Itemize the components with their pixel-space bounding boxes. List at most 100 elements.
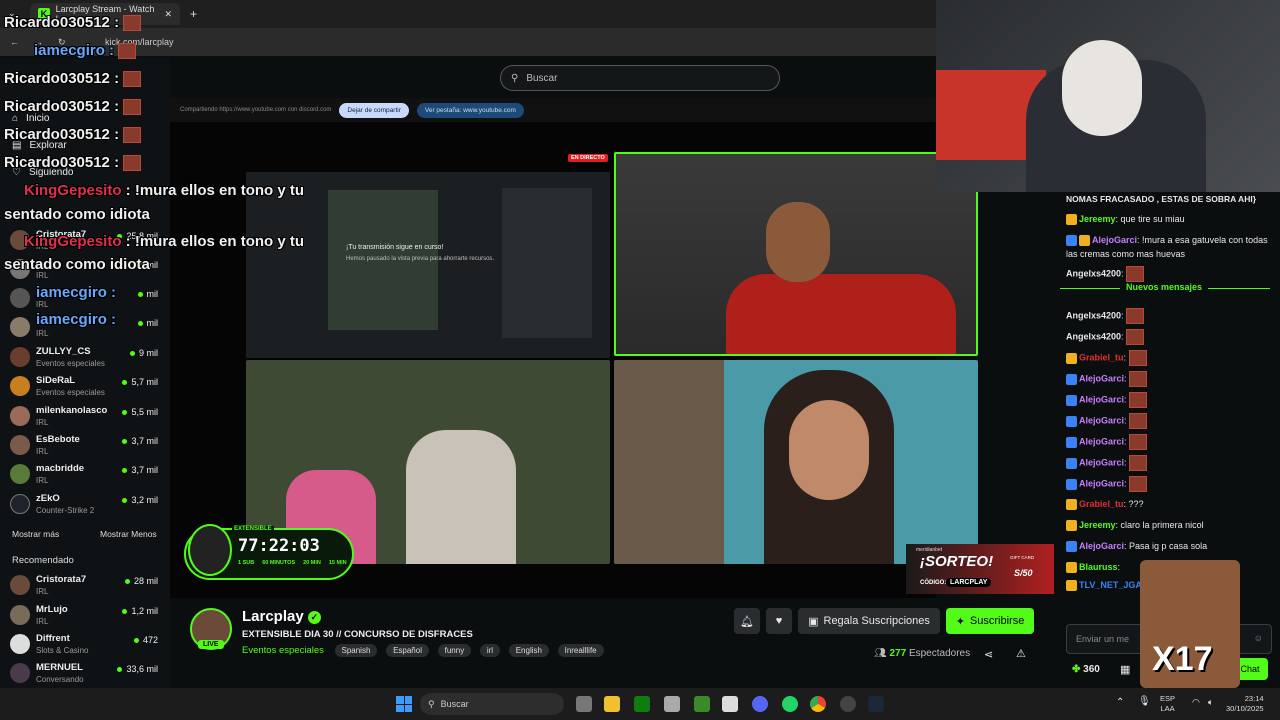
whatsapp-icon[interactable] [782,696,798,712]
microphone-icon[interactable]: 🎙︎ [1138,696,1151,707]
minecraft-icon[interactable] [694,696,710,712]
chrome-icon[interactable] [810,696,826,712]
search-icon: ⚲ [428,698,435,709]
language-indicator[interactable]: ESP LAA [1160,694,1175,714]
follow-button[interactable]: ♥ [766,608,792,634]
category-link[interactable]: Eventos especiales [242,645,324,656]
chevron-up-icon[interactable]: ⌃ [1116,697,1124,708]
obs-icon[interactable] [840,696,856,712]
channel-points[interactable]: ✤ 360 [1072,664,1100,675]
channel-category: IRL [36,617,49,626]
viewer-count: 5,7 mil [122,377,158,387]
sidebar-channel[interactable]: SiDeRaL Eventos especiales 5,7 mil [10,374,162,402]
stop-sharing-button[interactable]: Dejar de compartir [339,102,409,118]
chat-user[interactable]: AlejoGarci [1092,235,1137,245]
tag[interactable]: irl [479,644,501,657]
show-more-button[interactable]: Mostrar más [12,529,59,539]
viewer-count: 5,5 mil [122,407,158,417]
file-explorer-icon[interactable] [604,696,620,712]
avatar [10,663,30,683]
tag[interactable]: Spanish [334,644,378,657]
recommended-channel[interactable]: Cristorata7 IRL 28 mil [10,573,162,601]
close-icon[interactable]: ✕ [164,9,172,20]
notification-bell-button[interactable]: 🔔︎ [734,608,760,634]
chat-message: AlejoGarci: [1066,392,1274,408]
chat-user[interactable]: Jereemy [1079,214,1116,224]
emoji-icon[interactable]: ☺ [1254,633,1263,643]
site-header: ⚲ Buscar [170,58,936,98]
viewer-count: 3,2 mil [122,495,158,505]
chat-user[interactable]: Blauruss [1079,562,1118,572]
badge-icon [1066,373,1077,385]
clock-time: 23:14 [1244,694,1264,703]
raffle-banner: meridianbet ¡SORTEO! CÓDIGO: LARCPLAY GI… [906,544,1054,594]
chat-user[interactable]: AlejoGarci [1079,541,1124,551]
chat-user[interactable]: AlejoGarci [1079,373,1124,383]
chat-text: : [1124,436,1127,447]
chat-user[interactable]: Angelxs4200 [1066,331,1121,341]
recommended-channel[interactable]: MrLujo IRL 1,2 mil [10,603,162,631]
chat-user[interactable]: TLV_NET_JGA [1079,580,1142,590]
badge-icon [1079,235,1090,247]
new-tab-icon[interactable]: + [190,7,197,21]
chat-user[interactable]: Angelxs4200 [1066,268,1121,278]
tag[interactable]: English [508,644,549,657]
xbox-icon[interactable] [634,696,650,712]
chat-user[interactable]: Grabiel_tu [1079,499,1124,509]
chat-user[interactable]: AlejoGarci [1079,415,1124,425]
tag[interactable]: Inrealllife [557,644,604,657]
chat-user[interactable]: AlejoGarci [1079,457,1124,467]
share-icon[interactable]: ⋖ [984,648,993,661]
tag[interactable]: Español [386,644,429,657]
steam-icon[interactable] [868,696,884,712]
discord-icon[interactable] [752,696,768,712]
chat-message: Grabiel_tu: ??? [1066,497,1274,511]
emote-icon [1129,371,1148,387]
gift-subs-button[interactable]: ▣ Regala Suscripciones [798,608,940,634]
emote-icon [1129,413,1148,429]
sidebar-channel[interactable]: ZULLYY_CS Eventos especiales 9 mil [10,345,162,373]
show-less-button[interactable]: Mostrar Menos [100,529,157,539]
clock[interactable]: 23:14 30/10/2025 [1226,694,1264,714]
overlay-user: Ricardo030512 [4,154,110,171]
store-icon[interactable] [664,696,680,712]
view-tab-button[interactable]: Ver pestaña: www.youtube.com [416,102,524,118]
sidebar-channel[interactable]: macbridde IRL 3,7 mil [10,462,162,490]
recommended-channel[interactable]: MERNUEL Conversando 33,6 mil [10,661,162,689]
chat-text: : [1121,331,1124,342]
chat-user[interactable]: AlejoGarci [1079,478,1124,488]
sidebar-channel[interactable]: milenkanolasco IRL 5,5 mil [10,404,162,432]
notepad-icon[interactable] [722,696,738,712]
verified-icon: ✓ [307,610,321,624]
task-view-icon[interactable] [576,696,592,712]
windows-start-icon[interactable] [396,696,412,712]
chat-user[interactable]: AlejoGarci [1079,394,1124,404]
subscribe-button[interactable]: ✦ Suscribirse [946,608,1034,634]
sidebar-channel[interactable]: EsBebote IRL 3,7 mil [10,433,162,461]
tag[interactable]: funny [437,644,472,657]
channel-name[interactable]: Larcplay ✓ [242,608,321,625]
search-input[interactable]: ⚲ Buscar [500,65,780,91]
chat-text: : [1124,394,1127,405]
video-player[interactable]: Compartiendo https://www.youtube.com con… [170,98,1054,598]
recommended-channel[interactable]: Diffrent Slots & Casino 472 [10,632,162,660]
chat-message: AlejoGarci: [1066,371,1274,387]
speaker-icon[interactable]: 🔈︎ [1208,697,1213,708]
store-icon[interactable]: ▦ [1120,663,1130,676]
chat-panel: NOMAS FRACASADO , ESTAS DE SOBRA AHI} Je… [1060,192,1280,688]
sidebar-channel[interactable]: zEkO Counter-Strike 2 3,2 mil [10,492,162,520]
chat-message: Angelxs4200: [1066,329,1274,345]
report-icon[interactable]: ⚠ [1016,647,1026,660]
address-bar[interactable]: ← → ↻ kick.com/larcplay [0,28,936,56]
webcam-face [766,202,830,282]
chat-user[interactable]: Angelxs4200 [1066,310,1121,320]
overlay-text: : [109,70,120,87]
wifi-icon[interactable]: ◠ [1192,697,1200,708]
preview-sidebar [502,188,592,338]
chat-user[interactable]: Grabiel_tu [1079,352,1124,362]
taskbar-search[interactable]: ⚲ Buscar [420,693,564,715]
raffle-code-label: CÓDIGO: [920,580,947,586]
clock-date: 30/10/2025 [1226,704,1264,713]
chat-user[interactable]: Jereemy [1079,520,1116,530]
chat-user[interactable]: AlejoGarci [1079,436,1124,446]
